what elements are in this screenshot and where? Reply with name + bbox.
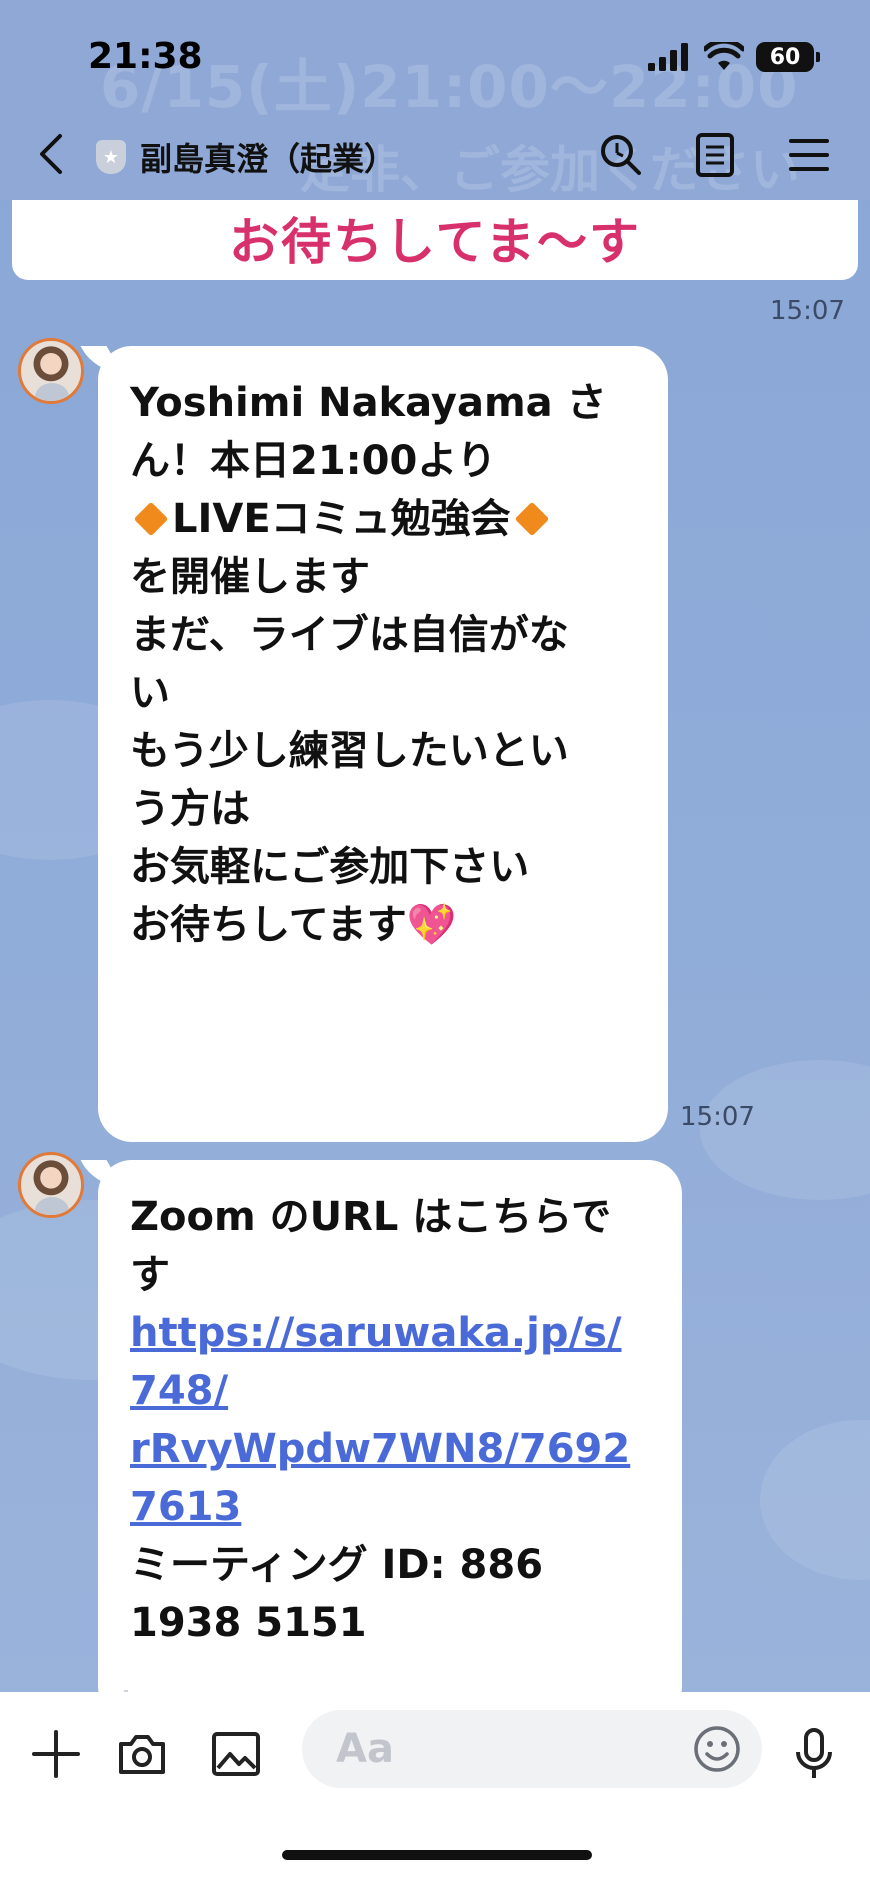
menu-button[interactable] <box>782 128 836 182</box>
message-line: う方は <box>130 786 250 832</box>
message-line: もう少し練習したいとい <box>130 728 569 774</box>
hamburger-menu-icon <box>789 139 829 171</box>
image-message[interactable]: お待ちしてま〜す <box>12 200 858 280</box>
camera-button[interactable] <box>110 1722 174 1786</box>
search-button[interactable] <box>594 128 648 182</box>
chevron-left-icon <box>40 134 62 174</box>
chat-title: ★ 副島真澄（起業） <box>96 134 396 180</box>
message-input-placeholder: Aa <box>336 1726 394 1772</box>
zoom-link[interactable]: rRvyWpdw7WN8/7692 <box>130 1420 656 1478</box>
battery-indicator: 60 <box>756 42 820 72</box>
avatar[interactable] <box>18 1152 84 1218</box>
message-line: まだ、ライブは自信がな <box>130 612 569 658</box>
status-icons: 60 <box>648 42 820 72</box>
message-line: を開催します <box>130 554 370 600</box>
camera-icon <box>119 1735 165 1774</box>
back-button[interactable] <box>26 124 76 184</box>
zoom-link[interactable]: 7613 <box>130 1478 656 1536</box>
image-message-text: お待ちしてま〜す <box>229 213 641 271</box>
message-line: LIVEコミュ勉強会 <box>130 490 642 548</box>
notes-icon <box>696 133 734 177</box>
message-line: 1938 5151 <box>130 1600 367 1646</box>
message-line: ミーティング ID: 886 <box>130 1542 544 1588</box>
microphone-icon <box>796 1728 832 1778</box>
orange-diamond-icon <box>133 501 169 537</box>
search-icon <box>601 135 641 175</box>
message-bubble[interactable]: Zoom のURL はこちらで す https://saruwaka.jp/s/… <box>98 1160 682 1729</box>
zoom-link[interactable]: 748/ <box>130 1362 656 1420</box>
notes-button[interactable] <box>688 128 742 182</box>
voice-input-button[interactable] <box>782 1722 846 1786</box>
chat-header: 6/15(土)21:00〜22:00 定非、ご参加ください 21:38 60 ★… <box>0 0 870 200</box>
message-line: い <box>130 670 170 716</box>
timestamp: 15:07 <box>770 296 845 326</box>
message-line: Zoom のURL はこちらで <box>130 1194 612 1240</box>
signal-icon <box>648 43 688 71</box>
timestamp: 15:07 <box>680 1102 755 1132</box>
verified-shield-icon: ★ <box>96 140 126 174</box>
image-icon <box>212 1732 260 1776</box>
status-time: 21:38 <box>88 36 203 77</box>
message-line: す <box>130 1252 170 1298</box>
chat-title-text: 副島真澄（起業） <box>140 140 397 178</box>
wifi-icon <box>704 42 744 70</box>
emoji-icon[interactable] <box>692 1724 742 1774</box>
avatar[interactable] <box>18 338 84 404</box>
add-button[interactable] <box>24 1722 88 1786</box>
message-line: お気軽にご参加下さい <box>130 844 530 890</box>
message-line: ん！本日21:00より <box>130 438 497 484</box>
image-button[interactable] <box>204 1722 268 1786</box>
message-line: お待ちしてます💖 <box>130 902 457 948</box>
orange-diamond-icon <box>514 501 549 537</box>
plus-icon <box>32 1730 80 1778</box>
zoom-link[interactable]: https://saruwaka.jp/s/ <box>130 1304 656 1362</box>
message-line: Yoshimi Nakayama さ <box>130 380 607 426</box>
home-indicator <box>282 1850 592 1860</box>
message-input[interactable]: Aa <box>302 1710 762 1788</box>
message-bubble[interactable]: Yoshimi Nakayama さ ん！本日21:00より LIVEコミュ勉強… <box>98 346 668 1142</box>
